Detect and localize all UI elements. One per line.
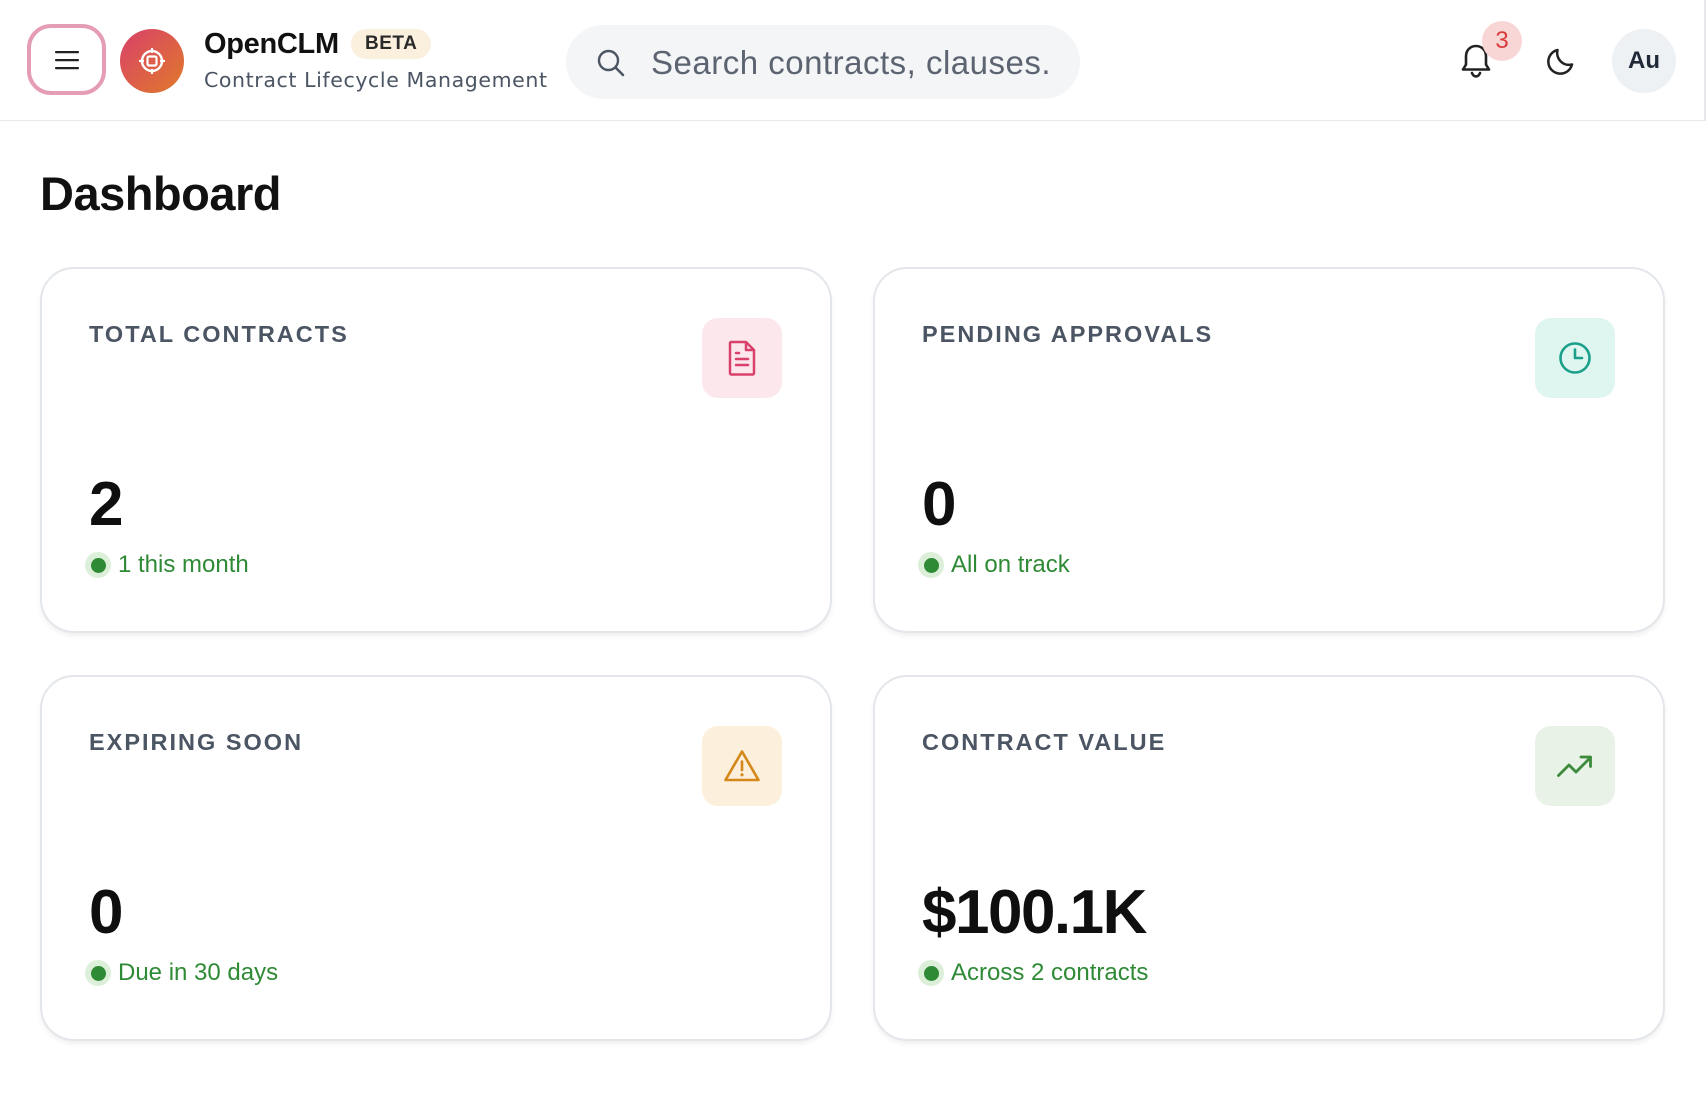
stat-card-value: $100.1K xyxy=(922,878,1147,947)
stat-card-icon-box xyxy=(1535,726,1615,806)
top-header: OpenCLM BETA Contract Lifecycle Manageme… xyxy=(0,0,1706,121)
theme-toggle-button[interactable] xyxy=(1546,44,1580,78)
trending-up-icon xyxy=(1557,755,1592,777)
stat-card-label: EXPIRING SOON xyxy=(89,729,304,755)
status-dot-icon xyxy=(918,552,944,578)
stat-card-icon-box xyxy=(702,726,782,806)
stat-card-label: PENDING APPROVALS xyxy=(922,321,1214,347)
moon-icon xyxy=(1547,48,1574,75)
search-input[interactable] xyxy=(649,39,1063,87)
stat-card-status-text: All on track xyxy=(951,551,1070,578)
status-dot-icon xyxy=(918,960,944,986)
hamburger-menu-icon xyxy=(54,50,79,69)
stat-card-status-text: 1 this month xyxy=(118,551,249,578)
stat-card-value: 2 xyxy=(89,470,123,539)
stat-card-contract-value[interactable]: CONTRACT VALUE $100.1K Across 2 contract… xyxy=(873,675,1665,1041)
app-subtitle: Contract Lifecycle Management xyxy=(204,68,548,92)
notification-count-badge[interactable]: 3 xyxy=(1482,21,1522,61)
stat-card-value: 0 xyxy=(922,470,956,539)
stat-card-status: All on track xyxy=(918,551,1070,579)
search-bar[interactable] xyxy=(566,25,1080,99)
stat-card-status: Across 2 contracts xyxy=(918,959,1148,987)
app-page: OpenCLM BETA Contract Lifecycle Manageme… xyxy=(0,0,1708,1102)
stat-card-expiring-soon[interactable]: EXPIRING SOON 0 Due in 30 days xyxy=(40,675,832,1041)
menu-toggle-button[interactable] xyxy=(27,24,106,95)
target-logo-icon xyxy=(139,48,165,74)
stat-card-value: 0 xyxy=(89,878,123,947)
warning-icon xyxy=(724,750,760,782)
user-avatar[interactable]: Au xyxy=(1612,29,1676,93)
stat-card-status: Due in 30 days xyxy=(85,959,278,987)
app-name: OpenCLM xyxy=(204,28,339,60)
stat-card-icon-box xyxy=(702,318,782,398)
beta-badge: BETA xyxy=(351,29,432,59)
stat-card-status-text: Due in 30 days xyxy=(118,959,279,986)
stat-card-label: CONTRACT VALUE xyxy=(922,729,1167,755)
status-dot-icon xyxy=(85,552,111,578)
app-logo[interactable] xyxy=(120,29,184,93)
clock-icon xyxy=(1559,342,1591,374)
stat-card-total-contracts[interactable]: TOTAL CONTRACTS 2 1 this month xyxy=(40,267,832,633)
status-dot-icon xyxy=(85,960,111,986)
document-icon xyxy=(728,340,756,376)
search-icon xyxy=(597,49,625,77)
stat-card-label: TOTAL CONTRACTS xyxy=(89,321,349,347)
page-title: Dashboard xyxy=(40,167,282,220)
stat-card-status-text: Across 2 contracts xyxy=(951,959,1149,986)
stat-card-pending-approvals[interactable]: PENDING APPROVALS 0 All on track xyxy=(873,267,1665,633)
stat-card-status: 1 this month xyxy=(85,551,249,579)
stat-card-icon-box xyxy=(1535,318,1615,398)
